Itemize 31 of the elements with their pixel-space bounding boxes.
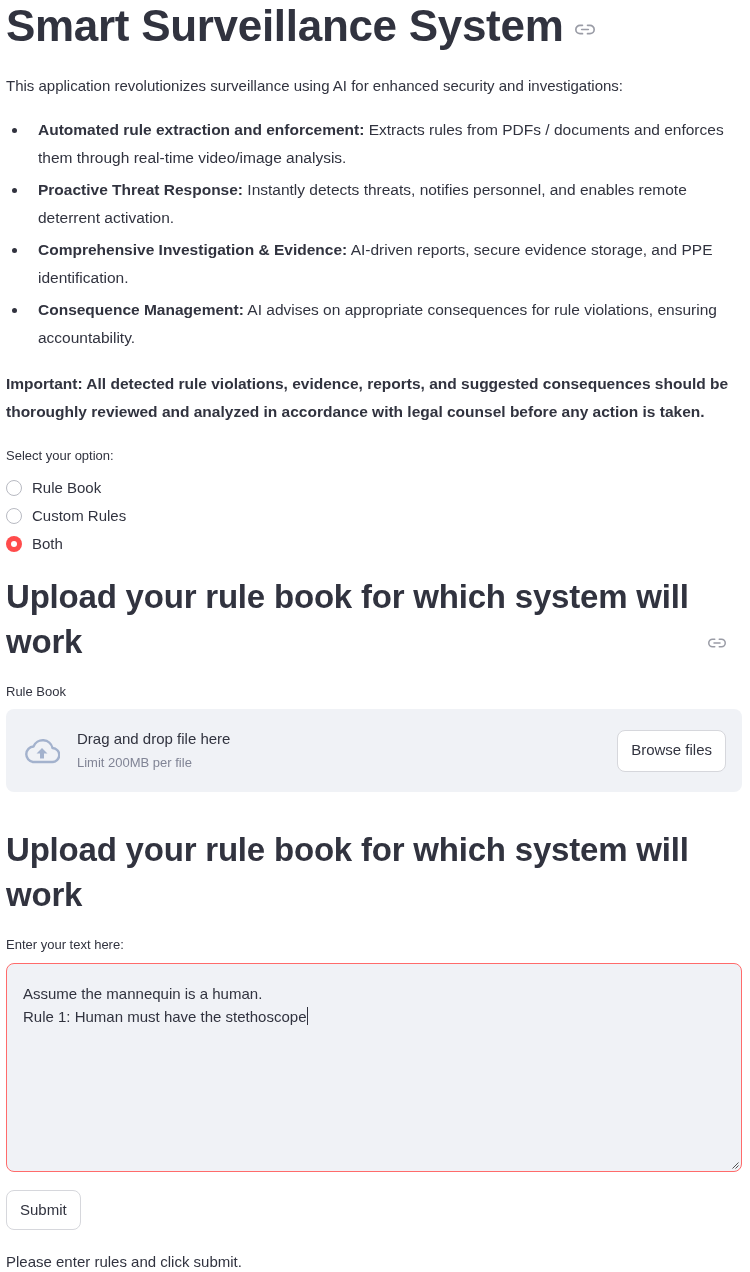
rules-text-area[interactable]: Assume the mannequin is a human. Rule 1: Human must have the stethoscope <box>6 963 742 1172</box>
uploader-label: Rule Book <box>6 683 66 701</box>
file-size-limit: Limit 200MB per file <box>77 754 193 772</box>
bullet-icon <box>12 128 17 133</box>
link-icon[interactable] <box>708 638 726 648</box>
radio-option[interactable]: Rule Book <box>6 474 102 502</box>
browse-files-button[interactable]: Browse files <box>617 729 726 772</box>
feature-text: Comprehensive Investigation & Evidence: AI-driven reports, secure evidence storage, and PPE identification. <box>38 240 714 288</box>
text-area-label: Enter your text here: <box>6 936 124 954</box>
link-icon[interactable] <box>575 23 596 35</box>
submit-button[interactable]: Submit <box>6 1190 81 1230</box>
option-label: Select your option: <box>6 447 114 465</box>
status-message: Please enter rules and click submit. <box>6 1252 242 1272</box>
dropzone-instruction: Drag and drop file here <box>77 729 231 749</box>
resize-handle-icon[interactable] <box>732 1162 739 1169</box>
bullet-icon <box>12 188 17 193</box>
notice-text: Important: All detected rule violations, evidence, reports, and suggested consequences should be thoroughly reviewed and analyzed in accordance with legal counsel before any action is taken. <box>6 374 730 422</box>
feature-text: Consequence Management: AI advises on appropriate consequences for rule violations, ensuring accountability. <box>38 300 718 348</box>
intro-text: This application revolutionizes surveillance using AI for enhanced security and investigations: <box>6 76 624 96</box>
text-cursor-icon <box>306 1007 308 1025</box>
section-heading: Upload your rule book for which system will work <box>6 830 690 915</box>
radio-option[interactable]: Both <box>6 530 63 558</box>
file-dropzone[interactable]: Drag and drop file here Limit 200MB per file Browse files <box>6 709 742 792</box>
radio-option[interactable]: Custom Rules <box>6 502 127 530</box>
bullet-icon <box>12 308 17 313</box>
feature-text: Automated rule extraction and enforcement: Extracts rules from PDFs / documents and enforces them through real-time video/image analysis. <box>38 120 725 168</box>
page-title: Smart Surveillance System <box>6 0 564 52</box>
feature-text: Proactive Threat Response: Instantly detects threats, notifies personnel, and enables remote deterrent activation. <box>38 180 688 228</box>
section-heading: Upload your rule book for which system will work <box>6 577 690 662</box>
cloud-upload-icon <box>24 737 60 764</box>
bullet-icon <box>12 248 17 253</box>
